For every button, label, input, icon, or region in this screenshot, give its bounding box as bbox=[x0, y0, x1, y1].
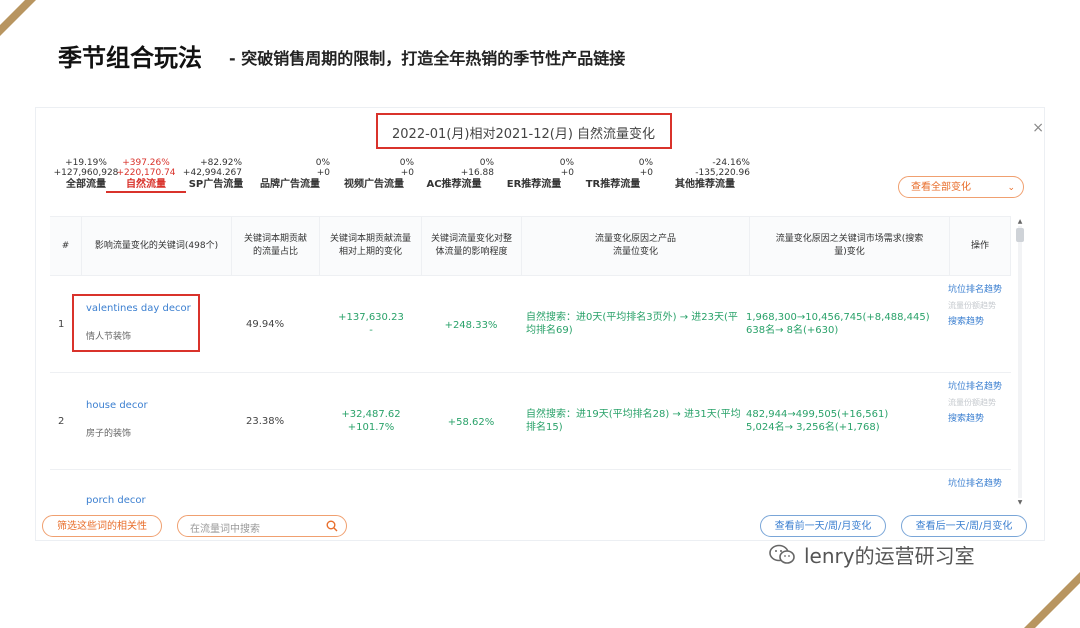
corner-decoration-bottom-right bbox=[1024, 572, 1080, 628]
table-row: 2 house decor 房子的装饰 23.38% +32,487.62 +1… bbox=[50, 372, 1011, 470]
wechat-icon bbox=[769, 544, 795, 564]
col-keyword[interactable]: 影响流量变化的关键词(498个) bbox=[82, 217, 232, 275]
table-scrollbar[interactable]: ▲ ▼ bbox=[1016, 218, 1024, 506]
keyword-link[interactable]: porch decor bbox=[86, 495, 146, 506]
rank-trend-link[interactable]: 坑位排名趋势 bbox=[948, 381, 1004, 393]
keyword-highlight-box bbox=[72, 294, 200, 352]
col-share[interactable]: 关键词本期贡献的流量占比 bbox=[232, 217, 320, 275]
scroll-down-icon[interactable]: ▼ bbox=[1016, 499, 1024, 506]
keyword-search-input[interactable]: 在流量词中搜索 bbox=[177, 515, 347, 537]
keyword-table: # 影响流量变化的关键词(498个) 关键词本期贡献的流量占比 关键词本期贡献流… bbox=[50, 216, 1011, 507]
col-reason-rank: 流量变化原因之产品流量位变化 bbox=[522, 217, 750, 275]
view-all-changes-dropdown[interactable]: 查看全部变化 ⌄ bbox=[898, 176, 1024, 198]
col-index: # bbox=[50, 217, 82, 275]
share-trend-link: 流量份额趋势 bbox=[948, 398, 996, 407]
keyword-link[interactable]: house decor bbox=[86, 400, 148, 411]
next-period-button[interactable]: 查看后一天/周/月变化 bbox=[901, 515, 1027, 537]
search-icon[interactable] bbox=[326, 520, 338, 532]
stat-tab-sp[interactable]: +82.92% +42,994.267 SP广告流量 bbox=[176, 158, 256, 190]
traffic-change-panel: 2022-01(月)相对2021-12(月) 自然流量变化 × +19.19% … bbox=[36, 108, 1044, 540]
col-contrib[interactable]: 关键词本期贡献流量相对上期的变化 bbox=[320, 217, 422, 275]
keyword-translation: 房子的装饰 bbox=[86, 429, 132, 439]
stat-tab-ac[interactable]: 0% +16.88 AC推荐流量 bbox=[414, 158, 494, 190]
rank-trend-link[interactable]: 坑位排名趋势 bbox=[948, 478, 1004, 490]
stat-tab-er[interactable]: 0% +0 ER推荐流量 bbox=[494, 158, 574, 190]
scroll-thumb[interactable] bbox=[1016, 228, 1024, 242]
close-icon[interactable]: × bbox=[1032, 120, 1044, 136]
stat-tab-video[interactable]: 0% +0 视频广告流量 bbox=[334, 158, 414, 190]
rank-trend-link[interactable]: 坑位排名趋势 bbox=[948, 284, 1004, 296]
slide-title: 季节组合玩法 bbox=[58, 44, 202, 72]
panel-header: 2022-01(月)相对2021-12(月) 自然流量变化 bbox=[392, 127, 656, 142]
search-trend-link[interactable]: 搜索趋势 bbox=[948, 316, 1004, 328]
search-trend-link[interactable]: 搜索趋势 bbox=[948, 413, 1004, 425]
col-impact[interactable]: 关键词流量变化对整体流量的影响程度 bbox=[422, 217, 522, 275]
watermark: lenry的运营研习室 bbox=[768, 540, 975, 569]
share-trend-link: 流量份额趋势 bbox=[948, 301, 996, 310]
scroll-up-icon[interactable]: ▲ bbox=[1016, 218, 1024, 225]
stat-tab-other[interactable]: -24.16% -135,220.96 其他推荐流量 bbox=[660, 158, 750, 190]
stat-tab-tr[interactable]: 0% +0 TR推荐流量 bbox=[573, 158, 653, 190]
filter-relevance-button[interactable]: 筛选这些词的相关性 bbox=[42, 515, 162, 537]
slide-subtitle: - 突破销售周期的限制，打造全年热销的季节性产品链接 bbox=[229, 49, 626, 68]
prev-period-button[interactable]: 查看前一天/周/月变化 bbox=[760, 515, 886, 537]
col-reason-demand: 流量变化原因之关键词市场需求(搜索量)变化 bbox=[750, 217, 950, 275]
col-ops: 操作 bbox=[950, 217, 1011, 275]
table-row: porch decor 坑位排名趋势 bbox=[50, 469, 1011, 507]
stat-tab-organic[interactable]: +397.26% +220,170.74 自然流量 bbox=[106, 158, 186, 193]
stat-tab-brand[interactable]: 0% +0 品牌广告流量 bbox=[250, 158, 330, 190]
chevron-down-icon: ⌄ bbox=[1007, 183, 1015, 193]
